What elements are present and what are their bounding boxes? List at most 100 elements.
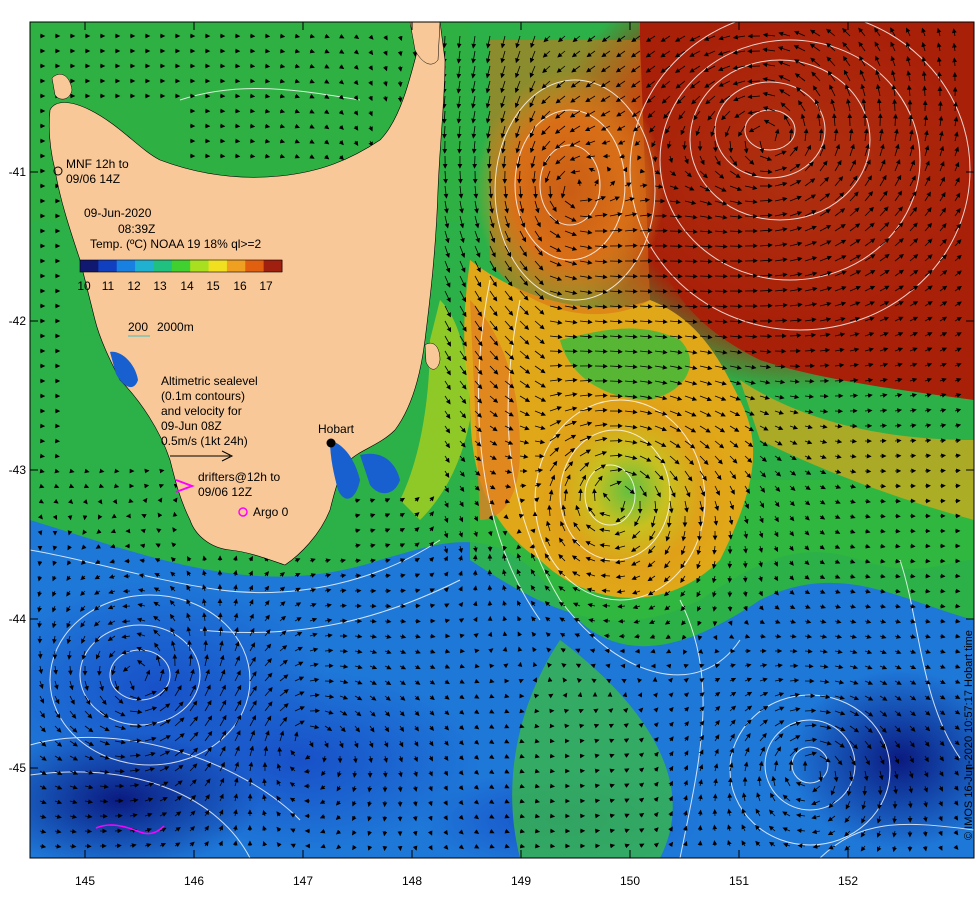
alt-line-0: Altimetric sealevel	[161, 374, 258, 388]
velocity-arrow	[894, 438, 902, 444]
colorbar-swatch	[116, 260, 136, 272]
velocity-arrow	[37, 650, 43, 659]
sst-source-label: Temp. (ºC) NOAA 19 18% ql>=2	[90, 237, 261, 251]
lat-tick-label: -41	[9, 165, 27, 179]
lon-tick-label: 148	[402, 874, 422, 888]
velocity-arrow	[382, 845, 388, 852]
lon-tick-label: 152	[838, 874, 858, 888]
velocity-arrow	[603, 633, 611, 639]
depth-200-label: 200	[128, 320, 148, 334]
velocity-arrow	[549, 363, 563, 369]
velocity-arrow	[684, 258, 698, 264]
colorbar-tick-label: 13	[153, 279, 167, 293]
colorbar-swatch	[226, 260, 246, 272]
lat-tick-label: -45	[9, 761, 27, 775]
velocity-arrow	[264, 48, 271, 54]
velocity-arrow	[549, 783, 555, 789]
image-time: 08:39Z	[118, 222, 155, 236]
lon-tick-label: 146	[184, 874, 204, 888]
velocity-arrow	[727, 792, 733, 802]
colorbar-swatch	[80, 260, 99, 272]
drifters-line2: 09/06 12Z	[198, 485, 252, 499]
velocity-arrow	[684, 273, 698, 279]
velocity-arrow	[114, 828, 123, 834]
colorbar-tick-label: 16	[233, 279, 247, 293]
velocity-arrow	[894, 528, 901, 534]
lon-tick-label: 150	[620, 874, 640, 888]
colorbar-swatch	[245, 260, 265, 272]
velocity-arrow	[549, 753, 555, 759]
velocity-arrow	[54, 453, 60, 459]
velocity-arrow	[549, 798, 556, 804]
velocity-arrow	[727, 575, 733, 583]
velocity-arrow	[414, 618, 421, 624]
velocity-arrow	[579, 348, 593, 354]
velocity-arrow	[804, 708, 817, 714]
velocity-arrow	[217, 612, 223, 622]
velocity-arrow	[487, 569, 493, 577]
velocity-arrow	[909, 558, 916, 564]
colorbar-swatch	[208, 260, 228, 272]
alt-line-2: and velocity for	[161, 404, 242, 418]
velocity-arrow	[549, 768, 555, 774]
hobart-label: Hobart	[318, 422, 355, 436]
hobart-marker	[326, 438, 336, 448]
colorbar-swatch	[171, 260, 191, 272]
velocity-arrow	[699, 273, 713, 279]
colorbar-tick-label: 11	[102, 279, 115, 293]
credit-text: © IMOS 16-Jun-2020 10:57:17 Hobart time	[963, 630, 975, 840]
velocity-arrow	[609, 378, 623, 384]
alt-line-1: (0.1m contours)	[161, 389, 245, 403]
colorbar-swatch	[263, 260, 283, 272]
velocity-arrow	[594, 828, 601, 834]
velocity-arrow	[39, 453, 45, 459]
colorbar-swatch	[153, 260, 173, 272]
velocity-arrow	[579, 738, 585, 744]
sst-field	[30, 22, 974, 858]
mnf-label-line2: 09/06 14Z	[66, 172, 120, 186]
velocity-arrow	[714, 258, 728, 264]
velocity-arrow	[714, 288, 728, 294]
lon-tick-label: 147	[293, 874, 313, 888]
alt-line-3: 09-Jun 08Z	[161, 419, 222, 433]
velocity-arrow	[549, 348, 563, 354]
lon-tick-label: 145	[75, 874, 95, 888]
colorbar-tick-label: 10	[77, 279, 91, 293]
velocity-arrow	[397, 845, 403, 851]
velocity-arrow	[472, 155, 478, 169]
lon-tick-label: 149	[511, 874, 531, 888]
argo-label: Argo 0	[253, 505, 289, 519]
velocity-arrow	[939, 468, 946, 474]
colorbar-tick-label: 15	[206, 279, 220, 293]
velocity-arrow	[549, 813, 556, 819]
velocity-arrow	[114, 768, 125, 774]
velocity-arrow	[602, 603, 611, 609]
velocity-arrow	[954, 603, 961, 609]
colorbar-tick-label: 14	[180, 279, 194, 293]
lat-tick-label: -42	[9, 314, 27, 328]
velocity-arrow	[502, 631, 508, 637]
colorbar-swatch	[98, 260, 118, 272]
velocity-arrow	[249, 108, 256, 114]
colorbar-swatch	[135, 260, 154, 272]
image-date: 09-Jun-2020	[84, 206, 152, 220]
sst-current-map: Hobart MNF 12h to 09/06 14Z 09-Jun-2020 …	[9, 21, 975, 888]
velocity-arrow	[697, 840, 703, 847]
velocity-arrow	[624, 243, 638, 249]
velocity-arrow	[909, 453, 917, 459]
alt-line-4: 0.5m/s (1kt 24h)	[161, 434, 248, 448]
velocity-arrow	[122, 603, 131, 609]
velocity-arrow	[601, 588, 611, 594]
velocity-arrow	[849, 438, 857, 444]
velocity-arrow	[654, 288, 668, 294]
velocity-arrow	[487, 584, 493, 592]
velocity-arrow	[939, 588, 946, 594]
velocity-arrow	[249, 93, 256, 99]
lat-tick-label: -43	[9, 463, 27, 477]
velocity-arrow	[639, 243, 653, 249]
lon-tick-label: 151	[729, 874, 749, 888]
depth-2000-label: 2000m	[157, 320, 194, 334]
velocity-arrow	[639, 288, 653, 294]
drifters-line1: drifters@12h to	[198, 470, 281, 484]
colorbar-tick-label: 12	[127, 279, 141, 293]
